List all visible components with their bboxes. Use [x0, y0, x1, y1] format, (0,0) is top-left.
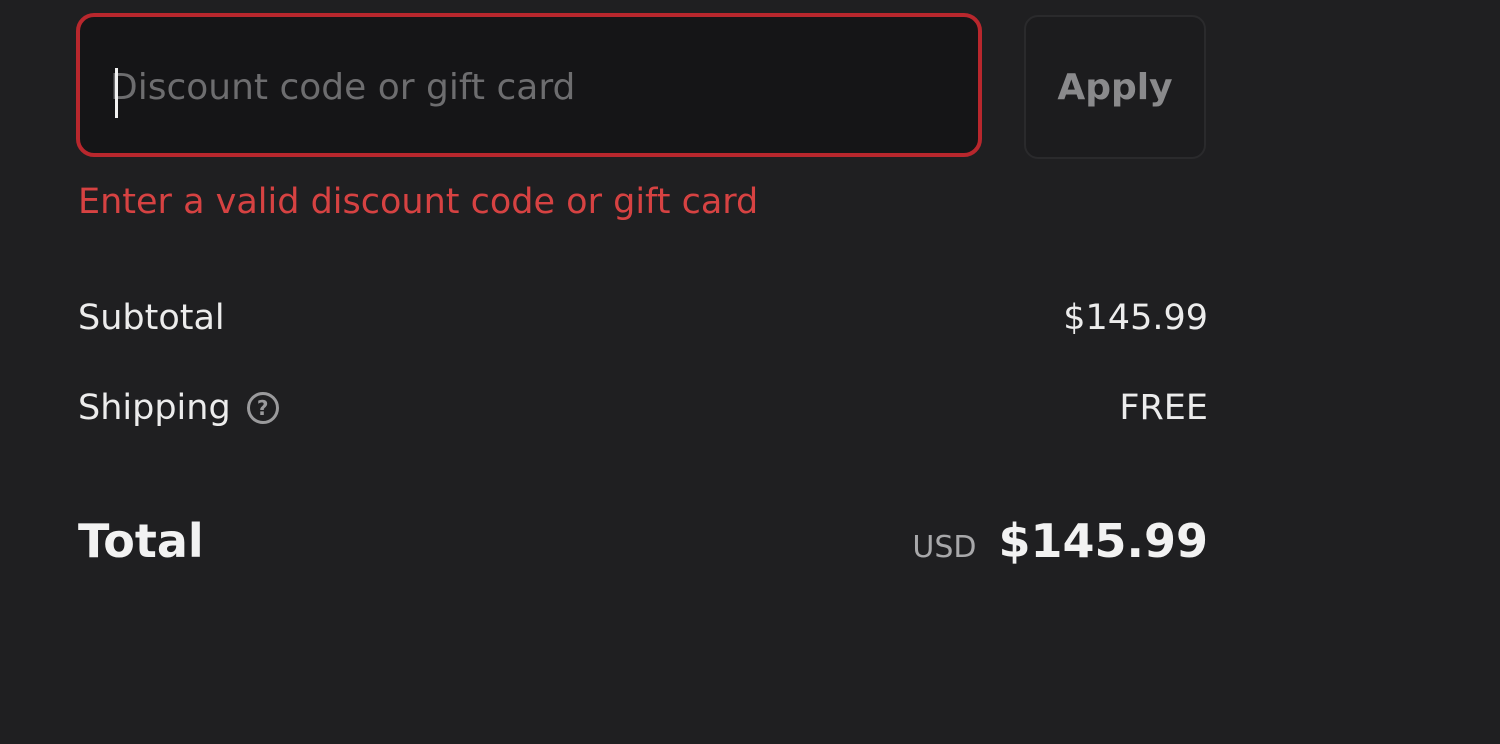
discount-input-container[interactable] — [76, 13, 982, 157]
order-summary-panel: Apply Enter a valid discount code or gif… — [0, 0, 1500, 744]
subtotal-value: $145.99 — [1063, 298, 1208, 338]
total-value: $145.99 — [998, 514, 1208, 568]
help-icon[interactable]: ? — [246, 392, 279, 424]
total-value-group: USD $145.99 — [912, 514, 1208, 568]
shipping-label: Shipping — [78, 388, 231, 428]
shipping-label-group: Shipping ? — [78, 388, 279, 428]
shipping-value: FREE — [1119, 388, 1208, 428]
apply-button[interactable]: Apply — [1024, 15, 1206, 159]
discount-code-input[interactable] — [110, 59, 950, 115]
shipping-row: Shipping ? FREE — [78, 382, 1208, 434]
subtotal-row: Subtotal $145.99 — [78, 292, 1208, 344]
total-row: Total USD $145.99 — [78, 508, 1208, 574]
currency-code: USD — [912, 530, 977, 565]
total-label: Total — [78, 514, 204, 568]
text-caret — [115, 68, 118, 118]
discount-code-section: Apply — [76, 13, 1206, 161]
discount-error-message: Enter a valid discount code or gift card — [78, 182, 759, 222]
subtotal-label: Subtotal — [78, 298, 225, 338]
